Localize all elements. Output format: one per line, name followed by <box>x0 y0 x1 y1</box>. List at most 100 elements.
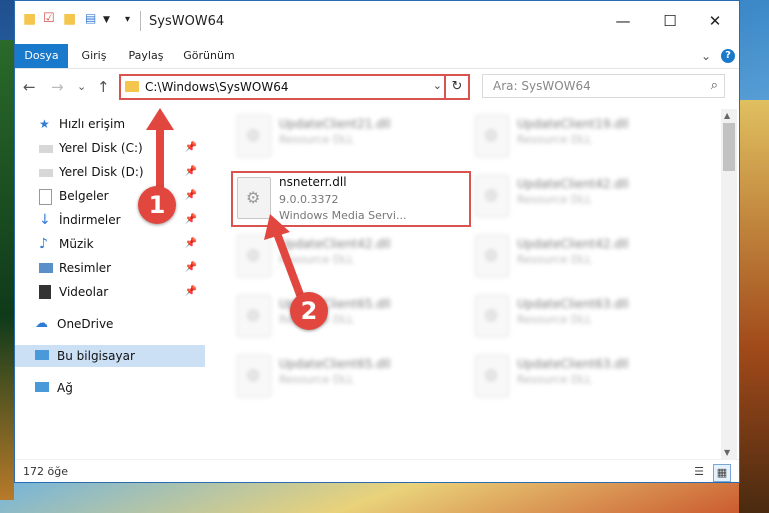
vertical-scrollbar[interactable]: ▲ ▼ <box>721 109 737 459</box>
view-options-icon[interactable]: ▤ <box>85 11 96 25</box>
file-tile[interactable]: UpdateClient63.dll Resource DLL <box>469 291 699 347</box>
download-icon: ↓ <box>39 212 51 228</box>
sidebar-item-this-pc[interactable]: Bu bilgisayar <box>15 345 205 367</box>
sidebar-item-downloads[interactable]: ↓ İndirmeler 📌 <box>15 209 205 231</box>
sidebar-item-pictures[interactable]: Resimler 📌 <box>15 257 205 279</box>
recent-locations-button[interactable]: ⌄ <box>77 80 86 93</box>
file-name: UpdateClient42.dll <box>279 237 391 251</box>
navigation-bar: ← → ⌄ ↑ C:\Windows\SysWOW64 ⌄ ↻ Ara: Sys… <box>15 69 739 105</box>
navigation-pane: ★ Hızlı erişim Yerel Disk (C:) 📌 Yerel D… <box>15 109 205 449</box>
minimize-button[interactable]: — <box>611 9 635 33</box>
file-type: Resource DLL <box>279 373 354 386</box>
up-button[interactable]: ↑ <box>97 78 110 96</box>
ribbon-collapse-icon[interactable]: ⌄ <box>699 44 713 68</box>
file-tile[interactable]: UpdateClient42.dll Resource DLL <box>469 231 699 287</box>
scroll-thumb[interactable] <box>723 123 735 171</box>
sidebar-item-label: Bu bilgisayar <box>57 349 135 363</box>
dll-file-icon <box>237 115 271 157</box>
item-count: 172 öğe <box>23 465 68 478</box>
tab-share[interactable]: Paylaş <box>125 44 167 68</box>
sidebar-item-label: Belgeler <box>59 189 109 203</box>
properties-icon[interactable]: ☑ <box>43 11 55 26</box>
back-button[interactable]: ← <box>23 78 36 96</box>
window-title: SysWOW64 <box>149 14 225 29</box>
sidebar-item-videos[interactable]: Videolar 📌 <box>15 281 205 303</box>
sidebar-item-quick-access[interactable]: ★ Hızlı erişim <box>15 113 205 135</box>
dll-file-icon <box>475 115 509 157</box>
address-path[interactable]: C:\Windows\SysWOW64 <box>145 80 289 94</box>
pin-icon[interactable]: 📌 <box>185 209 197 231</box>
large-icons-view-icon[interactable]: ▦ <box>713 464 731 482</box>
maximize-button[interactable]: ☐ <box>658 9 682 33</box>
customize-toolbar-icon[interactable]: ▾ <box>125 14 130 25</box>
help-icon[interactable]: ? <box>721 49 735 63</box>
refresh-button[interactable]: ↻ <box>444 76 468 98</box>
file-tile[interactable]: UpdateClient65.dll Resource DLL <box>231 291 461 347</box>
explorer-window: ■ ☑ ■ ▤ ▼ ▾ SysWOW64 — ☐ ✕ Dosya Giriş P… <box>14 0 740 483</box>
star-icon: ★ <box>39 117 50 131</box>
file-name: UpdateClient63.dll <box>517 297 629 311</box>
file-tile[interactable]: UpdateClient42.dll Resource DLL <box>231 231 461 287</box>
chevron-down-icon[interactable]: ⌄ <box>433 79 442 92</box>
sidebar-item-label: OneDrive <box>57 317 114 331</box>
search-placeholder[interactable]: Ara: SysWOW64 <box>493 79 591 93</box>
pin-icon[interactable]: 📌 <box>185 281 197 303</box>
highlighted-file-tile[interactable]: nsneterr.dll 9.0.0.3372 Windows Media Se… <box>231 171 471 227</box>
file-tile[interactable]: UpdateClient42.dll Resource DLL <box>469 171 699 227</box>
title-separator <box>140 11 141 31</box>
file-tile[interactable]: UpdateClient19.dll Resource DLL <box>469 111 699 167</box>
dll-file-icon <box>237 235 271 277</box>
ribbon-tabs: Dosya Giriş Paylaş Görünüm ⌄ ? <box>15 44 739 69</box>
qa-dropdown-icon[interactable]: ▼ <box>103 15 110 25</box>
video-icon <box>39 285 51 299</box>
wallpaper-right <box>739 100 769 513</box>
documents-icon <box>39 189 52 205</box>
tab-view[interactable]: Görünüm <box>181 44 237 68</box>
sidebar-item-label: Yerel Disk (D:) <box>59 165 144 179</box>
details-view-icon[interactable]: ☰ <box>691 464 707 480</box>
dll-file-icon <box>237 355 271 397</box>
tab-home[interactable]: Giriş <box>75 44 113 68</box>
sidebar-item-onedrive[interactable]: ☁ OneDrive <box>15 313 205 335</box>
pictures-icon <box>39 263 53 273</box>
file-name: UpdateClient42.dll <box>517 237 629 251</box>
callout-1: 1 <box>138 186 176 224</box>
scroll-down-icon[interactable]: ▼ <box>724 448 730 457</box>
search-input[interactable]: Ara: SysWOW64 ⌕ <box>482 74 725 98</box>
folder-icon[interactable]: ■ <box>23 11 36 27</box>
address-bar[interactable]: C:\Windows\SysWOW64 ⌄ ↻ <box>119 74 470 100</box>
dll-file-icon <box>237 177 271 219</box>
tab-file[interactable]: Dosya <box>15 44 68 68</box>
file-type: Resource DLL <box>517 133 592 146</box>
sidebar-item-label: İndirmeler <box>59 213 121 227</box>
pin-icon[interactable]: 📌 <box>185 185 197 207</box>
sidebar-item-disk-d[interactable]: Yerel Disk (D:) 📌 <box>15 161 205 183</box>
callout-2: 2 <box>290 292 328 330</box>
file-tile[interactable]: UpdateClient21.dll Resource DLL <box>231 111 461 167</box>
pin-icon[interactable]: 📌 <box>185 137 197 159</box>
pin-icon[interactable]: 📌 <box>185 161 197 183</box>
forward-button[interactable]: → <box>51 78 64 96</box>
file-name: UpdateClient42.dll <box>517 177 629 191</box>
file-tile[interactable]: UpdateClient63.dll Resource DLL <box>469 351 699 407</box>
sidebar-item-label: Hızlı erişim <box>59 117 126 131</box>
pin-icon[interactable]: 📌 <box>185 233 197 255</box>
sidebar-item-documents[interactable]: Belgeler 📌 <box>15 185 205 207</box>
sidebar-item-music[interactable]: ♪ Müzik 📌 <box>15 233 205 255</box>
dll-file-icon <box>475 235 509 277</box>
new-folder-icon[interactable]: ■ <box>63 11 76 27</box>
network-icon <box>35 382 49 392</box>
pin-icon[interactable]: 📌 <box>185 257 197 279</box>
search-icon[interactable]: ⌕ <box>711 78 718 93</box>
sidebar-item-label: Videolar <box>59 285 109 299</box>
sidebar-item-disk-c[interactable]: Yerel Disk (C:) 📌 <box>15 137 205 159</box>
scroll-up-icon[interactable]: ▲ <box>724 111 730 120</box>
file-list: UpdateClient21.dll Resource DLL UpdateCl… <box>219 109 719 449</box>
file-name: nsneterr.dll <box>279 175 347 189</box>
close-button[interactable]: ✕ <box>703 9 727 33</box>
dll-file-icon <box>237 295 271 337</box>
sidebar-item-network[interactable]: Ağ <box>15 377 205 399</box>
file-tile[interactable]: UpdateClient65.dll Resource DLL <box>231 351 461 407</box>
drive-icon <box>39 145 53 153</box>
file-type: Resource DLL <box>279 133 354 146</box>
